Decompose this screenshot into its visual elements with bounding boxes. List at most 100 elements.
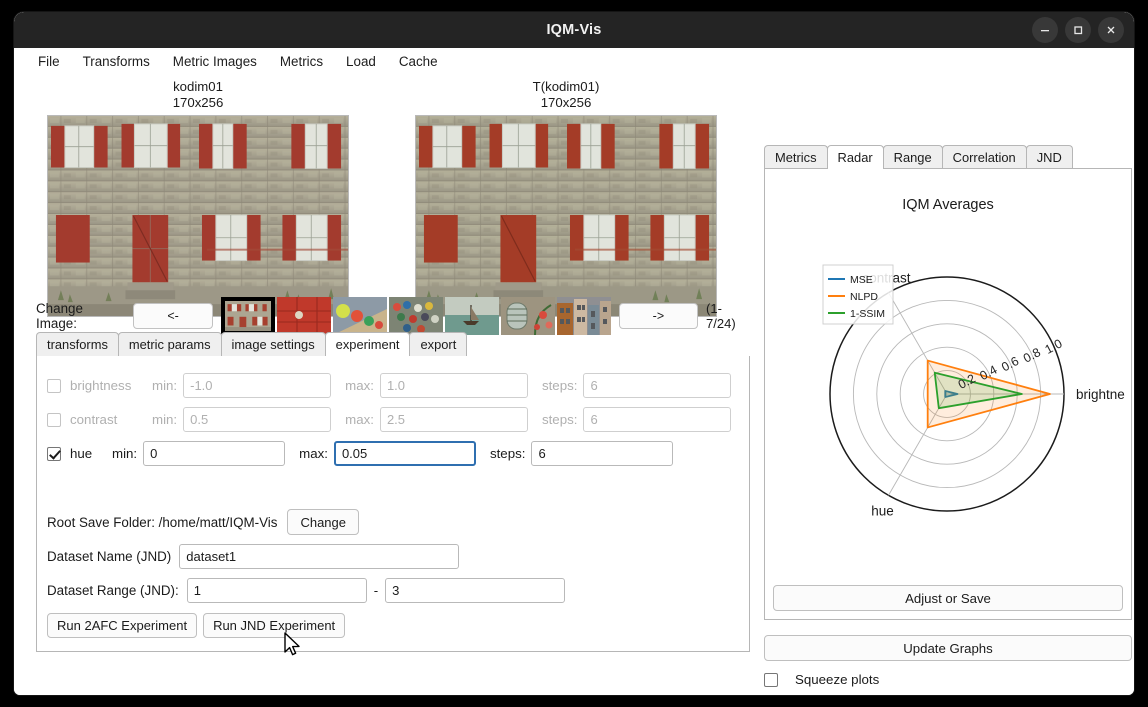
brightness-min-input[interactable]: -1.0 [183, 373, 332, 398]
window-controls [1032, 17, 1124, 43]
thumbnail-buildings[interactable] [556, 297, 611, 335]
transformed-image-size: 170x256 [540, 94, 592, 110]
tab-metric-params[interactable]: metric params [117, 332, 222, 356]
menu-metrics[interactable]: Metrics [278, 52, 325, 71]
minimize-icon [1041, 30, 1049, 32]
dataset-range-low-input[interactable]: 1 [186, 578, 367, 603]
contrast-row: contrast min: 0.5 max: 2.5 steps: 6 [47, 404, 749, 435]
brightness-steps-label: steps: [541, 378, 578, 393]
dataset-range-row: Dataset Range (JND): 1 - 3 [47, 578, 749, 603]
chart-title: IQM Averages [902, 197, 994, 213]
minimize-button[interactable] [1032, 17, 1058, 43]
contrast-max-input[interactable]: 2.5 [379, 407, 528, 432]
thumbnail-kodim01[interactable] [220, 297, 275, 335]
thumbnail-red-door[interactable] [276, 297, 331, 335]
next-images-button[interactable]: -> [618, 303, 699, 329]
hue-checkbox[interactable] [47, 446, 61, 461]
desktop-background: IQM-Vis File Transforms Metric Images Me… [0, 0, 1148, 707]
dataset-name-row: Dataset Name (JND) dataset1 [47, 544, 749, 569]
menubar: File Transforms Metric Images Metrics Lo… [14, 48, 1134, 75]
close-icon [1107, 26, 1115, 34]
tab-correlation[interactable]: Correlation [941, 145, 1027, 169]
image-thumbnail-strip [220, 297, 611, 335]
transformed-image-frame[interactable] [415, 115, 717, 317]
menu-metric-images[interactable]: Metric Images [171, 52, 259, 71]
image-comparison-row: kodim01 170x256 T(kodim01) 170x256 [14, 79, 750, 317]
application-window: IQM-Vis File Transforms Metric Images Me… [14, 12, 1134, 695]
kodim01-photo [48, 116, 348, 316]
root-save-folder-row: Root Save Folder: /home/matt/IQM-Vis Cha… [47, 509, 749, 535]
close-button[interactable] [1098, 17, 1124, 43]
radar-panel: IQM Averages 0.20.40.60.81.0 brightnecon… [764, 168, 1132, 620]
experiment-panel: brightness min: -1.0 max: 1.0 steps: 6 c… [36, 356, 750, 652]
contrast-steps-input[interactable]: 6 [583, 407, 732, 432]
source-image-name: kodim01 [173, 79, 223, 94]
transformed-image-block: T(kodim01) 170x256 [406, 79, 726, 317]
menu-load[interactable]: Load [344, 52, 378, 71]
left-column: kodim01 170x256 T(kodim01) 170x256 Chang… [14, 75, 750, 695]
previous-images-button[interactable]: <- [133, 303, 213, 329]
thumbnail-cyclists[interactable] [388, 297, 443, 335]
run-experiment-row: Run 2AFC Experiment Run JND Experiment [47, 613, 749, 638]
thumbnail-sailboat[interactable] [444, 297, 499, 335]
change-folder-button[interactable]: Change [287, 509, 359, 535]
squeeze-plots-label: Squeeze plots [795, 672, 880, 687]
thumb-red-door-icon [276, 297, 331, 335]
change-image-label: Change Image: [36, 301, 83, 331]
thumbnail-window-flowers[interactable] [500, 297, 555, 335]
hue-max-input[interactable]: 0.05 [333, 441, 476, 466]
tab-range[interactable]: Range [882, 145, 943, 169]
brightness-max-input[interactable]: 1.0 [379, 373, 528, 398]
maximize-button[interactable] [1065, 17, 1091, 43]
run-jnd-experiment-button[interactable]: Run JND Experiment [203, 613, 346, 638]
transformed-image-name: T(kodim01) [532, 79, 600, 94]
svg-text:hue: hue [871, 503, 894, 518]
transformed-kodim01-photo [416, 116, 716, 316]
update-graphs-button[interactable]: Update Graphs [764, 635, 1132, 661]
tab-image-settings[interactable]: image settings [220, 332, 326, 356]
thumb-sailboat-icon [444, 297, 499, 335]
menu-file[interactable]: File [36, 52, 62, 71]
root-save-folder-label: Root Save Folder: /home/matt/IQM-Vis [47, 514, 278, 530]
menu-transforms[interactable]: Transforms [81, 52, 152, 71]
maximize-icon [1074, 26, 1083, 35]
contrast-checkbox[interactable] [47, 412, 61, 427]
adjust-or-save-wrap: Adjust or Save [773, 585, 1123, 611]
squeeze-plots-checkbox[interactable] [764, 672, 778, 687]
hue-min-label: min: [112, 446, 138, 461]
tab-metrics[interactable]: Metrics [764, 145, 828, 169]
contrast-min-input[interactable]: 0.5 [183, 407, 332, 432]
hue-row: hue min: 0 max: 0.05 steps: 6 [47, 438, 749, 469]
thumb-parasols-icon [332, 297, 387, 335]
source-image-frame[interactable] [47, 115, 349, 317]
thumbnail-parasols[interactable] [332, 297, 387, 335]
tab-radar[interactable]: Radar [826, 145, 884, 170]
run-2afc-experiment-button[interactable]: Run 2AFC Experiment [47, 613, 198, 638]
dataset-name-input[interactable]: dataset1 [179, 544, 460, 569]
adjust-or-save-button[interactable]: Adjust or Save [773, 585, 1123, 611]
brightness-steps-input[interactable]: 6 [583, 373, 732, 398]
thumb-stone-building-icon [224, 301, 271, 331]
dataset-range-separator: - [373, 583, 379, 598]
thumb-buildings-icon [556, 297, 611, 335]
tab-export[interactable]: export [409, 332, 468, 356]
brightness-checkbox[interactable] [47, 378, 61, 393]
hue-min-input[interactable]: 0 [143, 441, 286, 466]
hue-max-label: max: [299, 446, 328, 461]
tab-experiment[interactable]: experiment [324, 332, 411, 357]
tab-jnd[interactable]: JND [1025, 145, 1073, 169]
squeeze-plots-row: Squeeze plots [764, 672, 879, 687]
window-title: IQM-Vis [546, 22, 602, 38]
brightness-max-label: max: [345, 378, 374, 393]
source-image-size: 170x256 [172, 94, 224, 110]
tab-transforms[interactable]: transforms [36, 332, 119, 356]
brightness-label: brightness [70, 378, 132, 393]
dataset-range-label: Dataset Range (JND): [47, 583, 179, 598]
hue-steps-input[interactable]: 6 [531, 441, 674, 466]
thumb-window-flowers-icon [500, 297, 555, 335]
change-image-row: Change Image: <- -> (1-7/24) [36, 297, 750, 335]
thumb-cyclists-icon [388, 297, 443, 335]
radar-chart-container: IQM Averages 0.20.40.60.81.0 brightnecon… [765, 169, 1131, 581]
menu-cache[interactable]: Cache [397, 52, 440, 71]
dataset-range-high-input[interactable]: 3 [385, 578, 566, 603]
